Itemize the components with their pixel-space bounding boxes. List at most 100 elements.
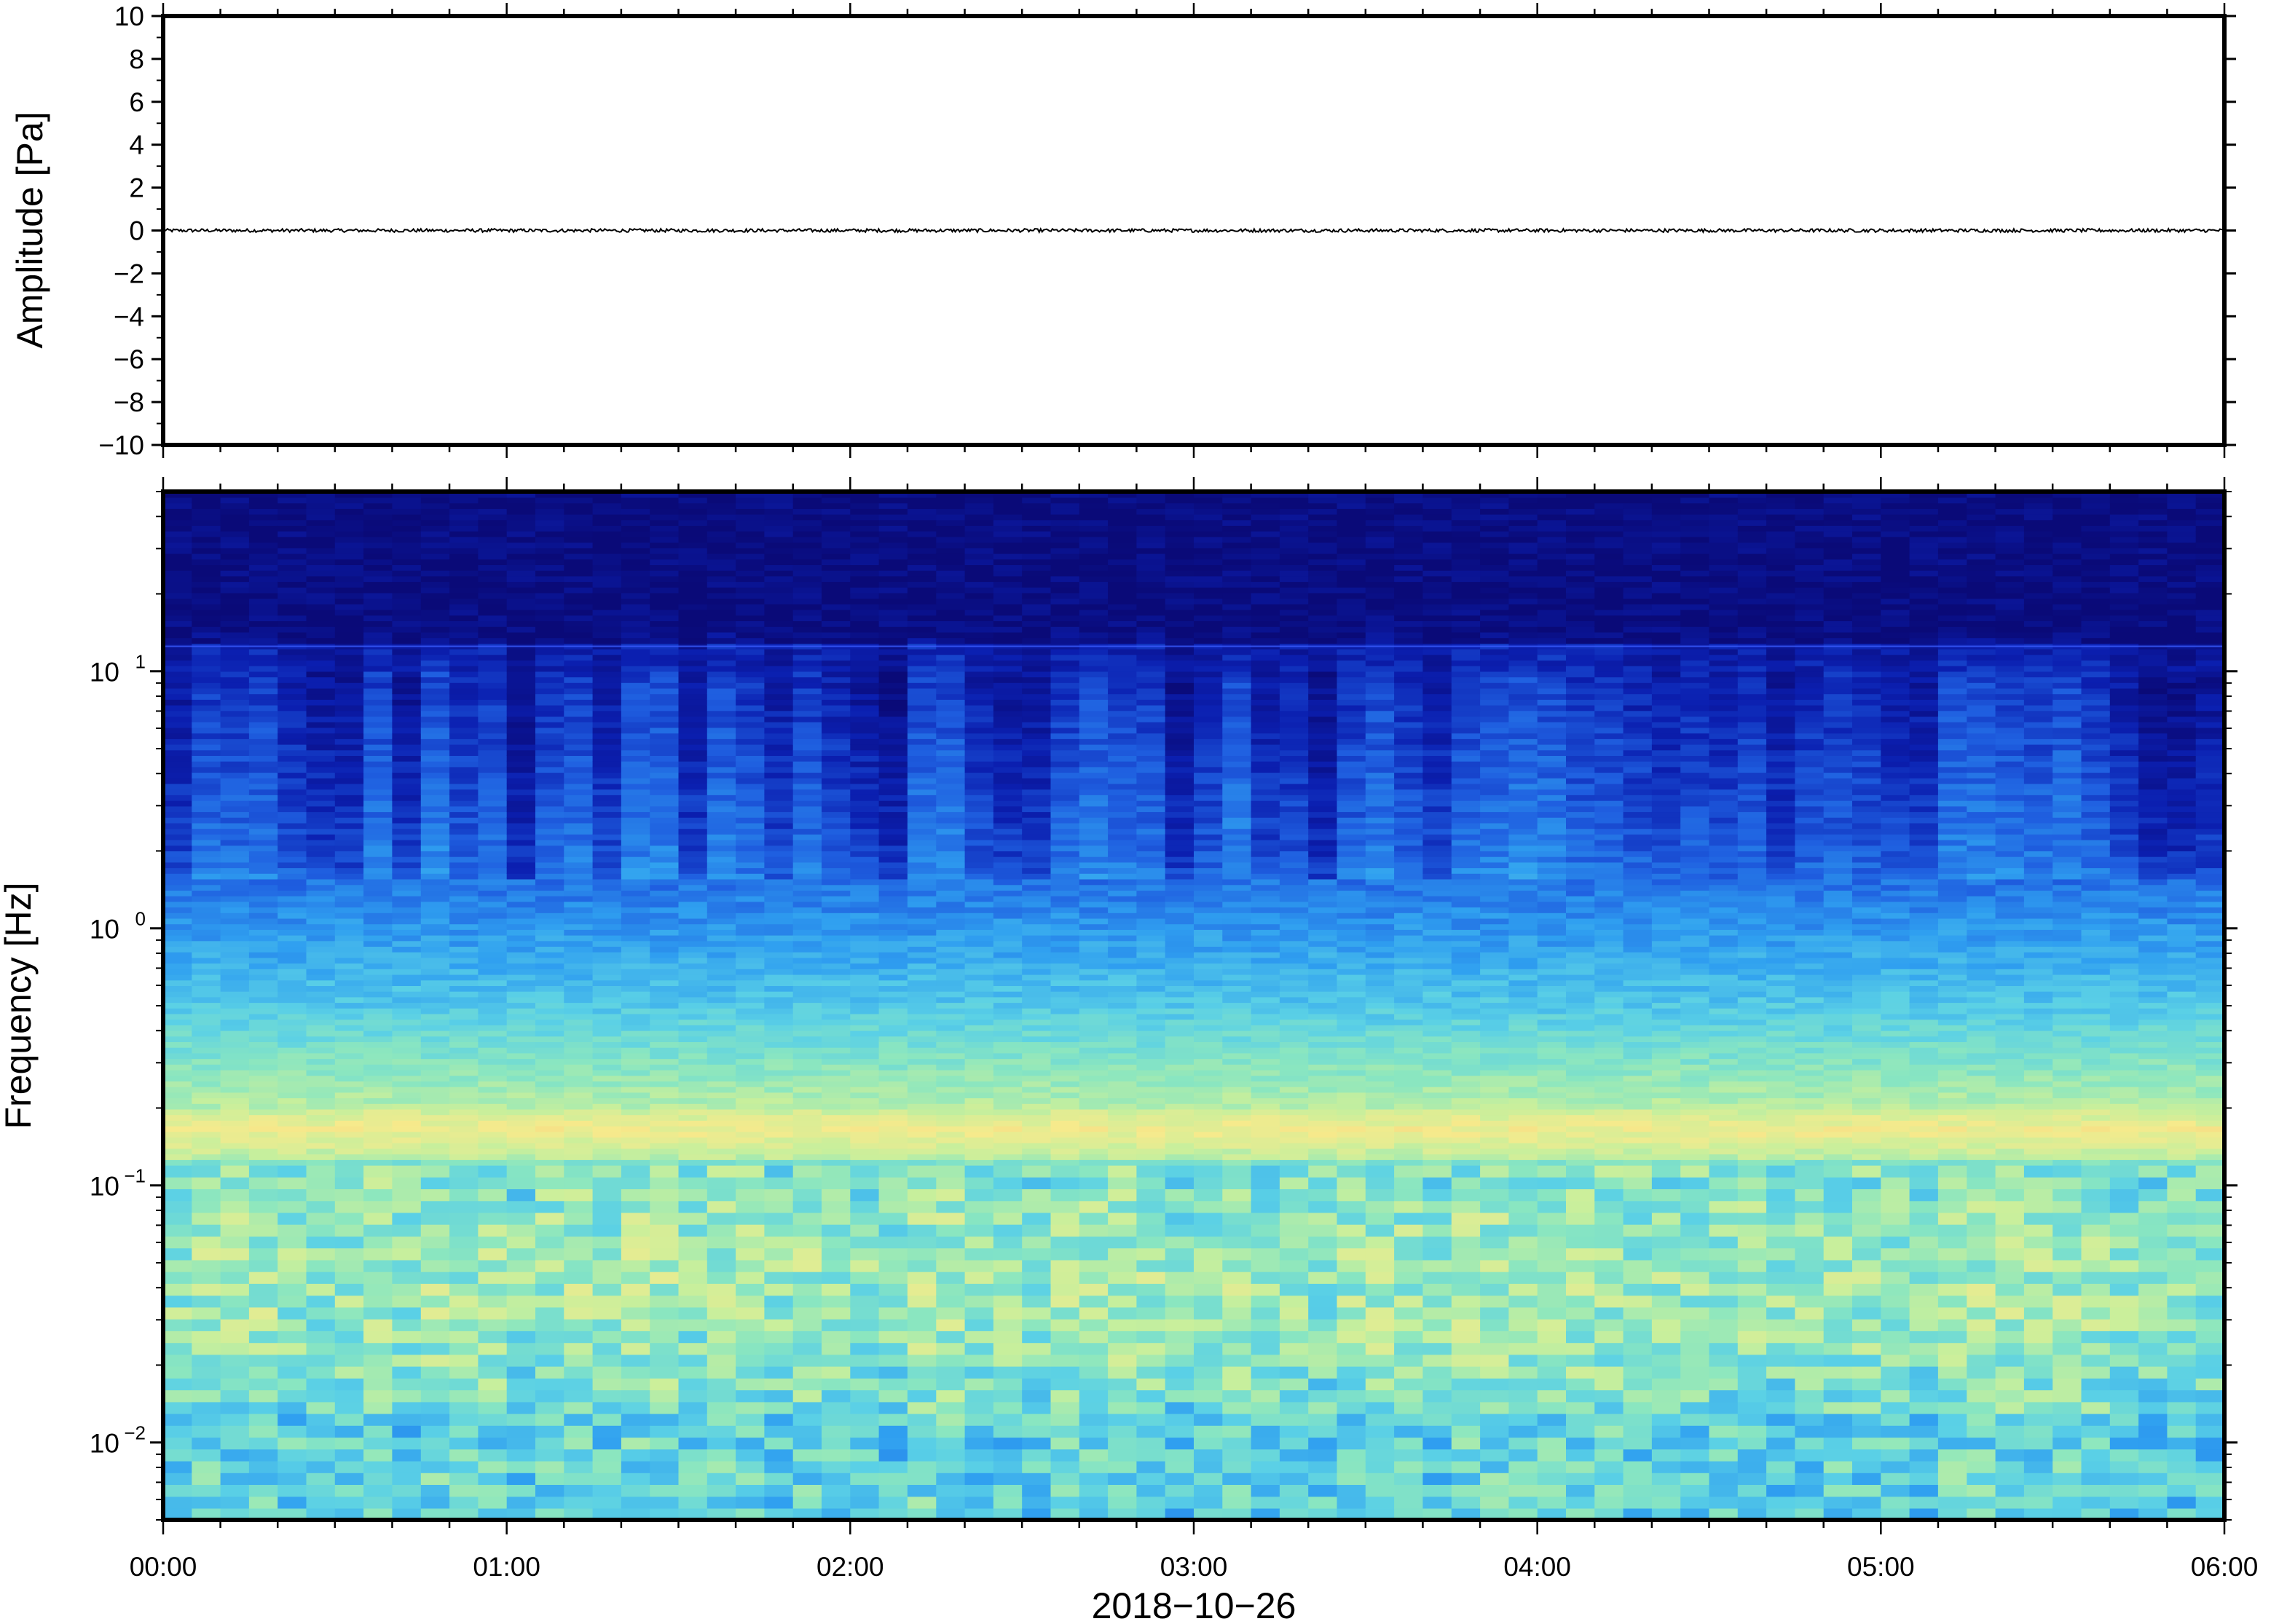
spectrogram-cell	[764, 1143, 794, 1149]
spectrogram-cell	[707, 783, 736, 790]
spectrogram-cell	[192, 1019, 221, 1025]
spectrogram-cell	[334, 631, 364, 639]
spectrogram-cell	[592, 648, 622, 655]
spectrogram-cell	[163, 722, 193, 728]
spectrogram-cell	[306, 502, 336, 509]
spectrogram-cell	[506, 1401, 536, 1414]
spectrogram-cell	[936, 940, 966, 947]
spectrogram-cell	[248, 1002, 278, 1009]
spectrogram-cell	[506, 873, 536, 880]
spectrogram-cell	[822, 609, 851, 616]
spectrogram-cell	[964, 1212, 994, 1225]
spectrogram-cell	[535, 1354, 565, 1367]
spectrogram-cell	[1079, 1052, 1109, 1060]
spectrogram-cell	[878, 1318, 908, 1331]
spectrogram-cell	[993, 805, 1023, 813]
spectrogram-cell	[392, 693, 422, 700]
spectrogram-cell	[192, 508, 221, 515]
spectrogram-cell	[220, 1331, 250, 1344]
spectrogram-cell	[964, 867, 994, 874]
spectrogram-cell	[535, 1120, 565, 1127]
spectrogram-cell	[792, 1013, 822, 1020]
spectrogram-cell	[650, 1036, 680, 1042]
spectrogram-cell	[248, 559, 278, 565]
spectrogram-cell	[964, 946, 994, 953]
spectrogram-cell	[792, 969, 822, 975]
spectrogram-cell	[792, 951, 822, 958]
spectrogram-cell	[392, 940, 422, 947]
spectrogram-cell	[220, 862, 250, 869]
spectrogram-cell	[535, 1484, 565, 1497]
spectrogram-cell	[334, 559, 364, 565]
spectrogram-cell	[650, 604, 680, 610]
spectrogram-cell	[278, 1019, 307, 1025]
spectrogram-cell	[993, 1086, 1023, 1093]
spectrogram-cell	[993, 1365, 1023, 1379]
spectrogram-cell	[736, 1318, 765, 1331]
spectrogram-cell	[478, 1401, 508, 1414]
spectrogram-cell	[1050, 772, 1080, 779]
spectrogram-cell	[964, 564, 994, 571]
spectrogram-cell	[306, 1437, 336, 1450]
spectrogram-cell	[764, 665, 794, 672]
spectrogram-cell	[1022, 525, 1052, 532]
spectrogram-cell	[535, 1036, 565, 1042]
spectrogram-cell	[792, 912, 822, 919]
spectrogram-cell	[506, 1041, 536, 1048]
spectrogram-cell	[621, 990, 650, 998]
spectrogram-cell	[850, 693, 880, 700]
spectrogram-cell	[420, 957, 450, 964]
spectrogram-cell	[363, 1259, 393, 1272]
spectrogram-cell	[736, 929, 765, 936]
spectrogram-cell	[650, 693, 680, 700]
spectrogram-cell	[248, 631, 278, 639]
spectrogram-cell	[707, 648, 736, 655]
spectrogram-cell	[878, 744, 908, 751]
spectrogram-cell	[506, 772, 536, 779]
spectrogram-cell	[163, 1108, 193, 1116]
spectrogram-cell	[506, 744, 536, 751]
spectrogram-cell	[678, 660, 708, 666]
spectrogram-cell	[736, 513, 765, 521]
spectrogram-cell	[707, 766, 736, 773]
spectrogram-cell	[420, 1064, 450, 1071]
spectrogram-cell	[420, 1046, 450, 1054]
spectrogram-cell	[163, 1041, 193, 1048]
spectrogram-cell	[707, 940, 736, 947]
spectrogram-cell	[478, 929, 508, 936]
spectrogram-cell	[592, 851, 622, 857]
spectrogram-cell	[736, 878, 765, 886]
spectrogram-cell	[564, 963, 594, 969]
spectrogram-cell	[907, 1437, 937, 1450]
spectrogram-cell	[907, 1058, 937, 1065]
spectrogram-cell	[650, 1008, 680, 1014]
spectrogram-cell	[764, 795, 794, 801]
spectrogram-cell	[220, 519, 250, 526]
spectrogram-cell	[993, 1092, 1023, 1099]
spectrogram-cell	[964, 890, 994, 896]
spectrogram-cell	[764, 884, 794, 891]
spectrogram-cell	[334, 749, 364, 756]
spectrogram-cell	[306, 890, 336, 896]
spectrogram-cell	[736, 789, 765, 795]
spectrogram-cell	[1050, 1425, 1080, 1438]
spectrogram-cell	[1022, 1159, 1052, 1166]
spectrogram-cell	[993, 1013, 1023, 1020]
spectrogram-cell	[1022, 677, 1052, 683]
spectrogram-cell	[478, 1097, 508, 1104]
spectrogram-cell	[278, 834, 307, 840]
spectrogram-cell	[278, 693, 307, 700]
spectrogram-cell	[736, 1283, 765, 1296]
spectrogram-cell	[936, 1283, 966, 1296]
spectrogram-cell	[993, 839, 1023, 846]
spectrogram-cell	[993, 957, 1023, 964]
spectrogram-cell	[650, 1460, 680, 1473]
spectrogram-cell	[192, 1030, 221, 1037]
spectrogram-cell	[449, 575, 479, 583]
spectrogram-cell	[650, 1125, 680, 1132]
spectrogram-cell	[678, 631, 708, 639]
spectrogram-cell	[192, 951, 221, 958]
spectrogram-cell	[535, 795, 565, 801]
spectrogram-cell	[907, 1473, 937, 1485]
spectrogram-cell	[420, 1390, 450, 1403]
